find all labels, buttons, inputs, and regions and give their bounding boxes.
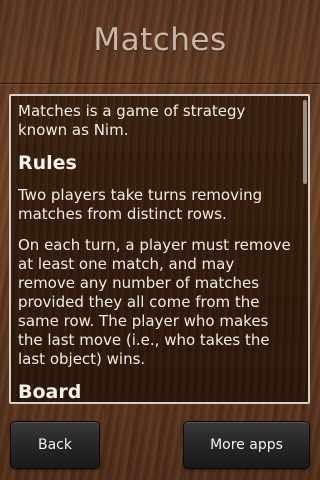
board-heading: Board — [18, 381, 82, 403]
title-bar: Matches — [0, 0, 320, 84]
scrollbar-thumb[interactable] — [303, 100, 307, 184]
rules-heading: Rules — [18, 152, 77, 174]
more-apps-button[interactable]: More apps — [183, 421, 310, 469]
scrollbar[interactable] — [303, 100, 307, 398]
page-title: Matches — [93, 22, 227, 58]
intro-paragraph: Matches is a game of strategy known as N… — [18, 102, 246, 139]
instructions-text: Matches is a game of strategy known as N… — [18, 102, 293, 403]
rules-paragraph-2: On each turn, a player must remove at le… — [18, 236, 291, 368]
instructions-panel[interactable]: Matches is a game of strategy known as N… — [9, 94, 310, 404]
rules-paragraph-1: Two players take turns removing matches … — [18, 186, 263, 223]
back-button[interactable]: Back — [10, 421, 100, 469]
